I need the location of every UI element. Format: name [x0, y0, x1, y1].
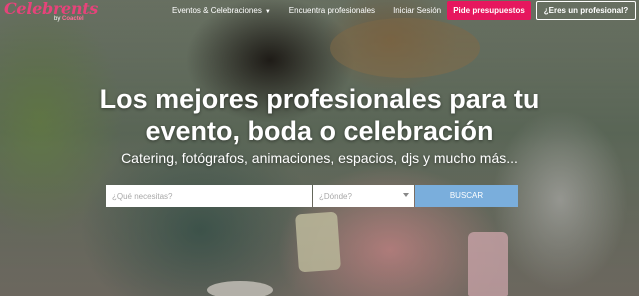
hero-subline: Catering, fotógrafos, animaciones, espac… — [121, 150, 518, 166]
search-what-input[interactable] — [106, 185, 312, 207]
hero-headline: Los mejores profesionales para tu evento… — [0, 83, 639, 147]
request-quotes-button[interactable]: Pide presupuestos — [447, 1, 531, 20]
chevron-down-icon: ▼ — [264, 9, 271, 15]
hero-headline-line-2: evento, boda o celebración — [145, 116, 494, 146]
search-button[interactable]: BUSCAR — [415, 185, 518, 207]
professional-button[interactable]: ¿Eres un profesional? — [536, 1, 636, 20]
nav-item-encuentra[interactable]: Encuentra profesionales — [289, 6, 375, 15]
nav-item-login[interactable]: Iniciar Sesión — [393, 6, 441, 15]
search-where-input[interactable] — [313, 185, 414, 207]
brand-byline: by Coactel — [54, 16, 84, 22]
brand-logo[interactable]: Celebrents by Coactel — [4, 0, 99, 23]
hero-section: Celebrents by Coactel Eventos & Celebrac… — [0, 0, 639, 296]
top-nav: Eventos & Celebraciones ▼ Encuentra profe… — [172, 6, 459, 15]
chevron-down-icon — [403, 193, 409, 197]
hero-overlay — [0, 0, 639, 296]
brand-name: Celebrents — [4, 0, 99, 18]
hero-headline-line-1: Los mejores profesionales para tu — [99, 84, 540, 114]
nav-item-eventos[interactable]: Eventos & Celebraciones ▼ — [172, 6, 271, 15]
